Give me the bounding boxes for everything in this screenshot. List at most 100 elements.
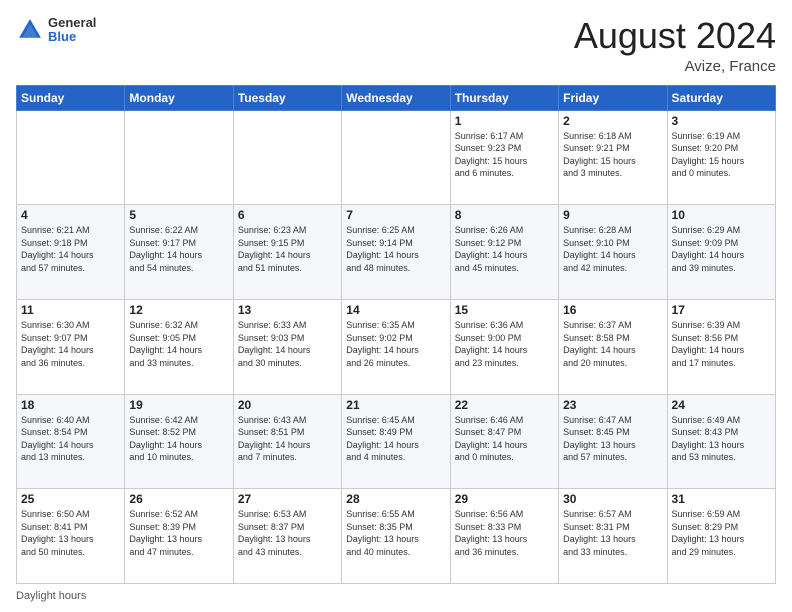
day-info: Sunrise: 6:18 AM Sunset: 9:21 PM Dayligh… (563, 130, 662, 180)
day-number: 8 (455, 208, 554, 222)
calendar-cell: 22 Sunrise: 6:46 AM Sunset: 8:47 PM Dayli… (450, 394, 558, 489)
calendar-day-header: Monday (125, 85, 233, 110)
day-number: 19 (129, 398, 228, 412)
day-info: Sunrise: 6:35 AM Sunset: 9:02 PM Dayligh… (346, 319, 445, 369)
day-number: 14 (346, 303, 445, 317)
day-info: Sunrise: 6:53 AM Sunset: 8:37 PM Dayligh… (238, 508, 337, 558)
day-info: Sunrise: 6:26 AM Sunset: 9:12 PM Dayligh… (455, 224, 554, 274)
calendar-cell: 8 Sunrise: 6:26 AM Sunset: 9:12 PM Daylig… (450, 205, 558, 300)
day-number: 5 (129, 208, 228, 222)
day-info: Sunrise: 6:28 AM Sunset: 9:10 PM Dayligh… (563, 224, 662, 274)
calendar-week-row: 1 Sunrise: 6:17 AM Sunset: 9:23 PM Daylig… (17, 110, 776, 205)
day-number: 28 (346, 492, 445, 506)
logo-text: General Blue (48, 16, 96, 45)
calendar-week-row: 18 Sunrise: 6:40 AM Sunset: 8:54 PM Dayli… (17, 394, 776, 489)
calendar-cell: 18 Sunrise: 6:40 AM Sunset: 8:54 PM Dayli… (17, 394, 125, 489)
day-number: 13 (238, 303, 337, 317)
day-info: Sunrise: 6:17 AM Sunset: 9:23 PM Dayligh… (455, 130, 554, 180)
calendar-cell: 12 Sunrise: 6:32 AM Sunset: 9:05 PM Dayli… (125, 299, 233, 394)
calendar-cell: 25 Sunrise: 6:50 AM Sunset: 8:41 PM Dayli… (17, 489, 125, 584)
calendar-day-header: Wednesday (342, 85, 450, 110)
day-info: Sunrise: 6:45 AM Sunset: 8:49 PM Dayligh… (346, 414, 445, 464)
calendar-cell: 1 Sunrise: 6:17 AM Sunset: 9:23 PM Daylig… (450, 110, 558, 205)
day-info: Sunrise: 6:42 AM Sunset: 8:52 PM Dayligh… (129, 414, 228, 464)
day-info: Sunrise: 6:50 AM Sunset: 8:41 PM Dayligh… (21, 508, 120, 558)
footer: Daylight hours (16, 590, 776, 602)
calendar-cell: 7Sunrise: 6:25 AM Sunset: 9:14 PM Daylig… (342, 205, 450, 300)
calendar-cell: 15 Sunrise: 6:36 AM Sunset: 9:00 PM Dayli… (450, 299, 558, 394)
day-number: 31 (672, 492, 771, 506)
day-number: 11 (21, 303, 120, 317)
day-info: Sunrise: 6:43 AM Sunset: 8:51 PM Dayligh… (238, 414, 337, 464)
day-number: 25 (21, 492, 120, 506)
day-number: 3 (672, 114, 771, 128)
calendar-cell: 13Sunrise: 6:33 AM Sunset: 9:03 PM Dayli… (233, 299, 341, 394)
calendar-cell (342, 110, 450, 205)
day-info: Sunrise: 6:36 AM Sunset: 9:00 PM Dayligh… (455, 319, 554, 369)
calendar-cell: 4 Sunrise: 6:21 AM Sunset: 9:18 PM Daylig… (17, 205, 125, 300)
title-block: August 2024 Avize, France (574, 16, 776, 75)
page: General Blue August 2024 Avize, France S… (0, 0, 792, 612)
calendar-day-header: Sunday (17, 85, 125, 110)
logo-blue-text: Blue (48, 30, 96, 44)
day-number: 10 (672, 208, 771, 222)
day-number: 27 (238, 492, 337, 506)
calendar-cell: 28Sunrise: 6:55 AM Sunset: 8:35 PM Dayli… (342, 489, 450, 584)
day-info: Sunrise: 6:59 AM Sunset: 8:29 PM Dayligh… (672, 508, 771, 558)
day-number: 4 (21, 208, 120, 222)
day-number: 17 (672, 303, 771, 317)
calendar-cell: 14 Sunrise: 6:35 AM Sunset: 9:02 PM Dayli… (342, 299, 450, 394)
day-number: 24 (672, 398, 771, 412)
day-info: Sunrise: 6:47 AM Sunset: 8:45 PM Dayligh… (563, 414, 662, 464)
calendar-cell: 27 Sunrise: 6:53 AM Sunset: 8:37 PM Dayli… (233, 489, 341, 584)
calendar-cell: 31 Sunrise: 6:59 AM Sunset: 8:29 PM Dayli… (667, 489, 775, 584)
calendar-cell (233, 110, 341, 205)
day-number: 22 (455, 398, 554, 412)
day-number: 30 (563, 492, 662, 506)
calendar-day-header: Saturday (667, 85, 775, 110)
calendar-day-header: Thursday (450, 85, 558, 110)
logo-icon (16, 16, 44, 44)
day-info: Sunrise: 6:40 AM Sunset: 8:54 PM Dayligh… (21, 414, 120, 464)
day-info: Sunrise: 6:46 AM Sunset: 8:47 PM Dayligh… (455, 414, 554, 464)
day-info: Sunrise: 6:29 AM Sunset: 9:09 PM Dayligh… (672, 224, 771, 274)
calendar-cell: 23 Sunrise: 6:47 AM Sunset: 8:45 PM Dayli… (559, 394, 667, 489)
day-number: 23 (563, 398, 662, 412)
calendar-cell: 30 Sunrise: 6:57 AM Sunset: 8:31 PM Dayli… (559, 489, 667, 584)
day-number: 12 (129, 303, 228, 317)
day-number: 15 (455, 303, 554, 317)
calendar-header-row: SundayMondayTuesdayWednesdayThursdayFrid… (17, 85, 776, 110)
calendar-day-header: Tuesday (233, 85, 341, 110)
day-info: Sunrise: 6:22 AM Sunset: 9:17 PM Dayligh… (129, 224, 228, 274)
day-info: Sunrise: 6:32 AM Sunset: 9:05 PM Dayligh… (129, 319, 228, 369)
calendar-week-row: 11Sunrise: 6:30 AM Sunset: 9:07 PM Dayli… (17, 299, 776, 394)
calendar-cell: 26Sunrise: 6:52 AM Sunset: 8:39 PM Dayli… (125, 489, 233, 584)
calendar-day-header: Friday (559, 85, 667, 110)
daylight-label: Daylight hours (16, 590, 86, 602)
calendar-cell: 21 Sunrise: 6:45 AM Sunset: 8:49 PM Dayli… (342, 394, 450, 489)
day-info: Sunrise: 6:57 AM Sunset: 8:31 PM Dayligh… (563, 508, 662, 558)
header: General Blue August 2024 Avize, France (16, 16, 776, 75)
day-number: 1 (455, 114, 554, 128)
day-info: Sunrise: 6:25 AM Sunset: 9:14 PM Dayligh… (346, 224, 445, 274)
day-number: 29 (455, 492, 554, 506)
day-info: Sunrise: 6:23 AM Sunset: 9:15 PM Dayligh… (238, 224, 337, 274)
calendar-cell: 29Sunrise: 6:56 AM Sunset: 8:33 PM Dayli… (450, 489, 558, 584)
subtitle: Avize, France (574, 58, 776, 75)
calendar-cell: 16Sunrise: 6:37 AM Sunset: 8:58 PM Dayli… (559, 299, 667, 394)
calendar-table: SundayMondayTuesdayWednesdayThursdayFrid… (16, 85, 776, 584)
calendar-cell: 20 Sunrise: 6:43 AM Sunset: 8:51 PM Dayli… (233, 394, 341, 489)
calendar-cell: 19 Sunrise: 6:42 AM Sunset: 8:52 PM Dayli… (125, 394, 233, 489)
calendar-cell: 9Sunrise: 6:28 AM Sunset: 9:10 PM Daylig… (559, 205, 667, 300)
calendar-week-row: 25 Sunrise: 6:50 AM Sunset: 8:41 PM Dayli… (17, 489, 776, 584)
day-number: 20 (238, 398, 337, 412)
day-number: 21 (346, 398, 445, 412)
calendar-cell (125, 110, 233, 205)
calendar-cell: 3Sunrise: 6:19 AM Sunset: 9:20 PM Daylig… (667, 110, 775, 205)
calendar-cell: 2Sunrise: 6:18 AM Sunset: 9:21 PM Daylig… (559, 110, 667, 205)
day-number: 18 (21, 398, 120, 412)
calendar-cell: 17Sunrise: 6:39 AM Sunset: 8:56 PM Dayli… (667, 299, 775, 394)
day-info: Sunrise: 6:21 AM Sunset: 9:18 PM Dayligh… (21, 224, 120, 274)
calendar-cell (17, 110, 125, 205)
day-info: Sunrise: 6:37 AM Sunset: 8:58 PM Dayligh… (563, 319, 662, 369)
